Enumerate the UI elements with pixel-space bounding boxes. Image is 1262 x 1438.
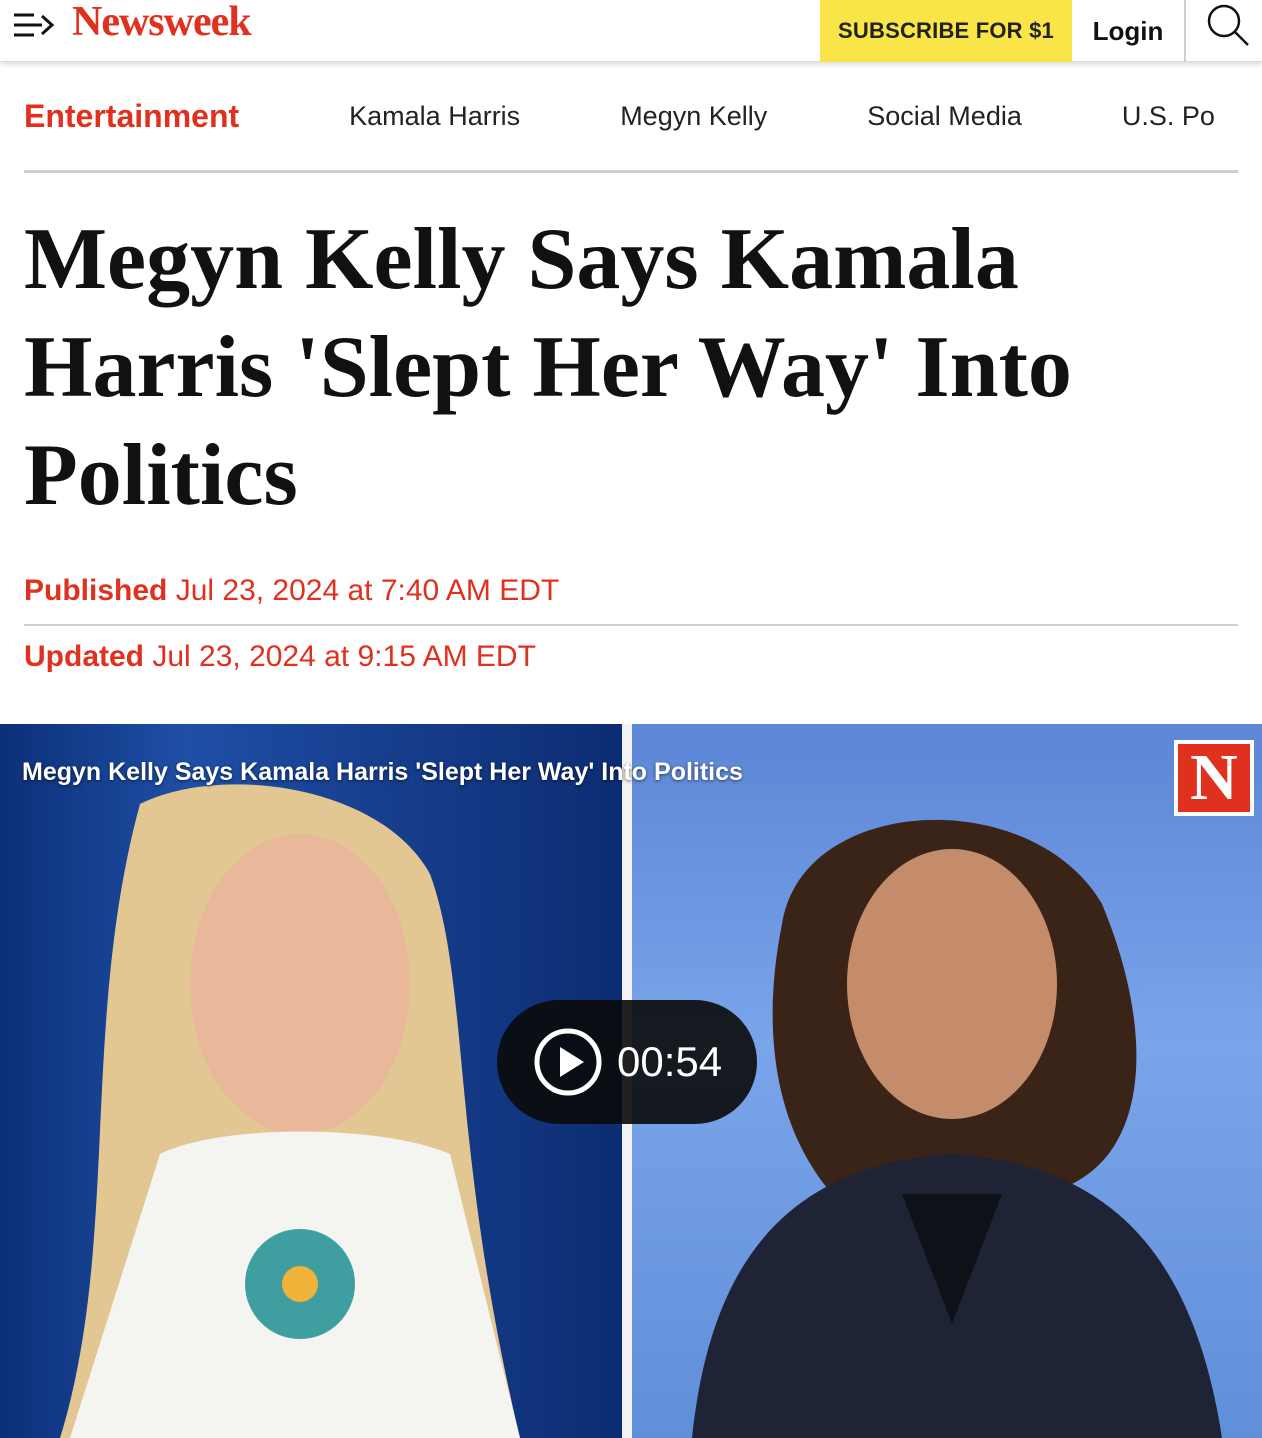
published-label: Published [24,574,168,607]
published-value: Jul 23, 2024 at 7:40 AM EDT [175,574,560,607]
topic-link-megyn-kelly[interactable]: Megyn Kelly [620,101,767,132]
play-icon [534,1028,602,1096]
updated-label: Updated [24,640,144,673]
subscribe-button[interactable]: SUBSCRIBE FOR $1 [820,0,1072,62]
date-divider [24,624,1238,626]
topic-link-social-media[interactable]: Social Media [867,101,1022,132]
category-nav: Entertainment Kamala Harris Megyn Kelly … [24,90,1238,142]
published-date: Published Jul 23, 2024 at 7:40 AM EDT [24,574,559,608]
topic-link-us-politics[interactable]: U.S. Po [1122,101,1215,132]
newsweek-badge: N [1174,740,1254,816]
article-headline: Megyn Kelly Says Kamala Harris 'Slept He… [24,211,1072,524]
video-title: Megyn Kelly Says Kamala Harris 'Slept He… [22,758,743,786]
topic-link-kamala-harris[interactable]: Kamala Harris [349,101,520,132]
menu-arrow-icon[interactable] [12,10,56,40]
updated-date: Updated Jul 23, 2024 at 9:15 AM EDT [24,640,536,674]
updated-value: Jul 23, 2024 at 9:15 AM EDT [152,640,536,673]
login-button[interactable]: Login [1072,0,1186,62]
nav-divider-rule [24,170,1238,173]
search-icon[interactable] [1204,2,1252,48]
video-player[interactable]: Megyn Kelly Says Kamala Harris 'Slept He… [0,724,1262,1438]
top-bar: Newsweek SUBSCRIBE FOR $1 Login [0,0,1262,62]
video-duration: 00:54 [617,1038,723,1085]
section-link-entertainment[interactable]: Entertainment [24,98,239,135]
play-button[interactable]: 00:54 [497,1000,757,1124]
newsweek-logo[interactable]: Newsweek [72,0,252,44]
